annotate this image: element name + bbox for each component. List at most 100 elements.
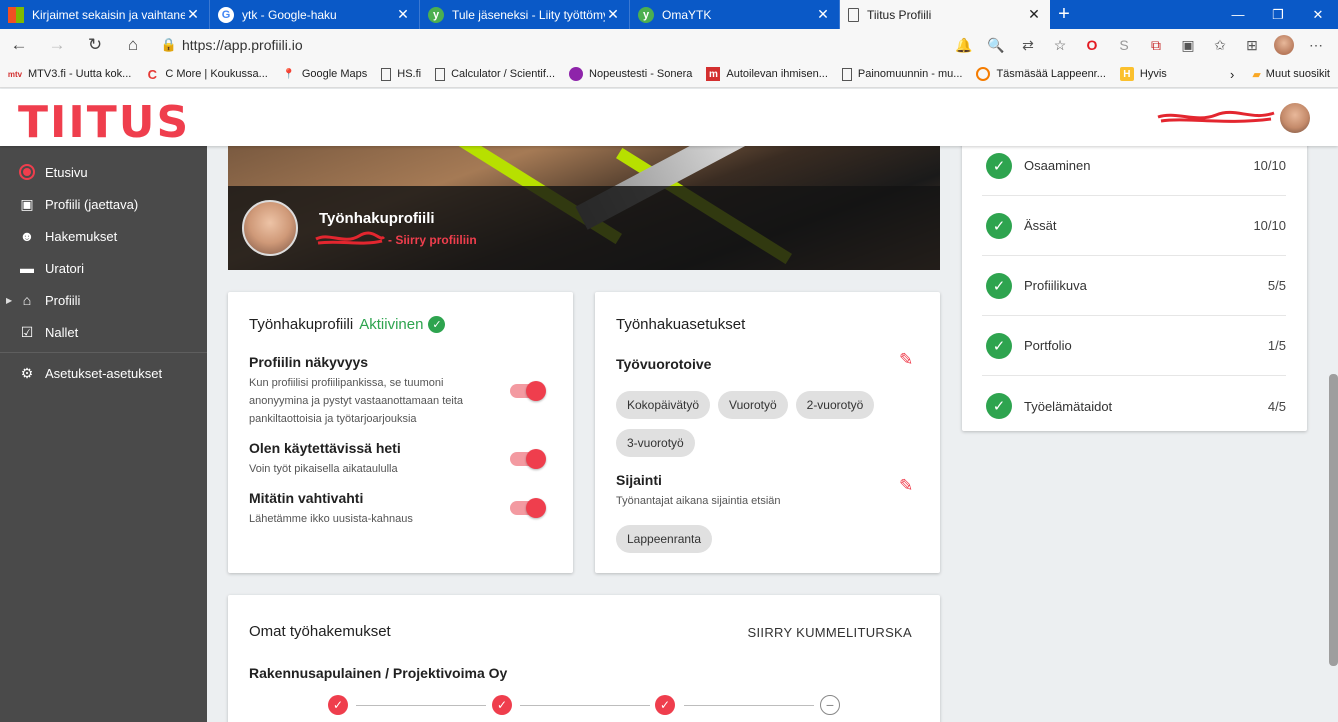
close-icon[interactable]: ✕ — [605, 6, 621, 23]
forward-icon[interactable]: → — [38, 29, 76, 61]
page-icon — [841, 67, 852, 81]
sidebar-item-profiili[interactable]: ▶ ⌂ Profiili — [0, 284, 207, 316]
sidebar-item-profiili-jaettava[interactable]: ▣ Profiili (jaettava) — [0, 188, 207, 220]
bookmark-item[interactable]: 📍 Google Maps — [282, 67, 368, 81]
folder-icon: ▰ — [1252, 68, 1261, 81]
bookmark-item[interactable]: H Hyvis — [1119, 67, 1167, 81]
chevron-right-icon[interactable]: › — [1230, 67, 1234, 82]
maps-icon: 📍 — [282, 68, 296, 80]
tab-title: OmaYTK — [662, 7, 712, 22]
alerts-toggle[interactable] — [510, 498, 546, 518]
page-icon — [381, 67, 392, 81]
favorite-star-icon[interactable]: ☆ — [1044, 31, 1076, 59]
m-icon: m — [706, 67, 721, 81]
other-bookmarks[interactable]: › ▰ Muut suosikit — [1230, 67, 1330, 82]
chip[interactable]: Lappeenranta — [616, 525, 713, 553]
collections-icon[interactable]: ⊞ — [1236, 31, 1268, 59]
step-line — [520, 705, 650, 706]
check-circle-icon: ✓ — [986, 152, 1012, 179]
tab-title: ytk - Google-haku — [242, 7, 337, 22]
redaction-scribble — [1157, 110, 1275, 123]
chip[interactable]: 2-vuorotyö — [795, 391, 875, 419]
check-circle-icon: ✓ — [428, 316, 446, 333]
availability-toggle[interactable] — [510, 449, 546, 469]
opera-icon[interactable]: O — [1076, 31, 1108, 59]
favorites-icon[interactable]: ✩ — [1204, 31, 1236, 59]
score-row: ✓ Profiilikuva 5/5 — [982, 256, 1286, 316]
bookmark-item[interactable]: Calculator / Scientif... — [435, 67, 555, 81]
bookmark-item[interactable]: HS.fi — [381, 67, 421, 81]
browser-tab[interactable]: Kirjaimet sekaisin ja vaihtaneet p ✕ — [0, 0, 210, 29]
kummeliturska-button[interactable]: SIIRRY KUMMELITURSKA — [748, 625, 912, 640]
browser-tab[interactable]: y OmaYTK ✕ — [630, 0, 840, 29]
extension-icon[interactable]: ▣ — [1172, 31, 1204, 59]
home-icon[interactable]: ⌂ — [114, 29, 152, 61]
url-field[interactable]: 🔒 https://app.profiili.io — [156, 32, 856, 58]
zoom-icon[interactable]: 🔍 — [980, 31, 1012, 59]
maximize-icon[interactable]: ❐ — [1258, 0, 1298, 29]
app-logo[interactable]: TIITUS — [18, 97, 190, 148]
setting-availability: Olen käytettävissä heti Voin työt pikais… — [249, 440, 401, 475]
caret-right-icon[interactable]: ▶ — [6, 296, 12, 305]
translate-icon[interactable]: ⇄ — [1012, 31, 1044, 59]
ytk-icon: y — [638, 6, 654, 23]
edit-pencil-icon[interactable]: ✎ — [899, 476, 913, 496]
close-icon[interactable]: ✕ — [185, 6, 201, 23]
close-window-icon[interactable]: ✕ — [1298, 0, 1338, 29]
profile-cover: Työnhakuprofiili - Siirry profiiliin — [228, 146, 940, 270]
edit-pencil-icon[interactable]: ✎ — [899, 350, 913, 370]
browser-tab[interactable]: G ytk - Google-haku ✕ — [210, 0, 420, 29]
lock-icon[interactable]: 🔒 — [156, 37, 182, 53]
main-content: Työnhakuprofiili - Siirry profiiliin Työ… — [207, 146, 1338, 722]
refresh-icon[interactable]: ↻ — [76, 29, 114, 61]
sidebar-item-etusivu[interactable]: Etusivu — [0, 156, 207, 188]
more-menu-icon[interactable]: ⋯ — [1300, 31, 1332, 59]
bookmark-item[interactable]: mtv MTV3.fi - Uutta kok... — [8, 67, 131, 81]
profile-avatar-icon[interactable] — [1268, 31, 1300, 59]
browser-tab-active[interactable]: Tiitus Profiili ✕ — [840, 0, 1050, 29]
chip[interactable]: Kokopäivätyö — [616, 391, 711, 419]
cover-avatar[interactable] — [242, 200, 298, 256]
sidebar-item-asetukset[interactable]: ⚙ Asetukset-asetukset — [0, 357, 207, 389]
sidebar-item-nallet[interactable]: ☑ Nallet — [0, 316, 207, 348]
browser-tab-bar: Kirjaimet sekaisin ja vaihtaneet p ✕ G y… — [0, 0, 1338, 29]
minimize-icon[interactable]: — — [1218, 0, 1258, 29]
setting-alerts: Mitätin vahtivahti Lähetämme ikko uusist… — [249, 490, 413, 525]
bookmark-item[interactable]: m Autoilevan ihmisen... — [706, 67, 828, 81]
sonera-icon — [569, 67, 584, 81]
bookmark-item[interactable]: Nopeustesti - Sonera — [569, 67, 692, 81]
close-icon[interactable]: ✕ — [1026, 6, 1042, 23]
score-row: ✓ Työelämätaidot 4/5 — [982, 376, 1286, 436]
step-line — [684, 705, 814, 706]
bookmark-item[interactable]: CC More | Koukussa... — [145, 67, 268, 82]
chip[interactable]: 3-vuorotyö — [616, 429, 695, 457]
browser-tab[interactable]: y Tule jäseneksi - Liity työttömyysl ✕ — [420, 0, 630, 29]
new-tab-button[interactable]: + — [1050, 0, 1078, 29]
bookmark-item[interactable]: Täsmäsää Lappeenr... — [976, 67, 1106, 81]
sidebar-item-hakemukset[interactable]: ☻ Hakemukset — [0, 220, 207, 252]
app-header: TIITUS — [0, 89, 1338, 148]
pdf-icon[interactable]: ⧉ — [1140, 31, 1172, 59]
sidebar-divider — [0, 352, 207, 353]
redaction-scribble — [315, 231, 386, 245]
bookmark-item[interactable]: Painomuunnin - mu... — [841, 67, 962, 81]
sidebar-item-uratori[interactable]: ▬ Uratori — [0, 252, 207, 284]
user-avatar[interactable] — [1280, 103, 1310, 133]
skype-icon[interactable]: S — [1108, 31, 1140, 59]
page-scrollbar[interactable] — [1329, 374, 1338, 666]
close-icon[interactable]: ✕ — [395, 6, 411, 23]
cover-profile-link[interactable]: - Siirry profiiliin — [388, 233, 477, 247]
back-icon[interactable]: ← — [0, 29, 38, 61]
google-icon: G — [218, 6, 234, 23]
profile-badge-icon: ▣ — [20, 195, 34, 212]
notification-blocked-icon[interactable]: 🔔 — [948, 31, 980, 59]
check-circle-icon: ✓ — [986, 212, 1012, 239]
close-icon[interactable]: ✕ — [815, 6, 831, 23]
mtv-icon: mtv — [7, 69, 23, 79]
location-desc: Työnantajat aikana sijaintia etsiän — [616, 495, 781, 507]
application-title[interactable]: Rakennusapulainen / Projektivoima Oy — [249, 665, 507, 681]
step-pending-icon: − — [820, 695, 840, 715]
visibility-toggle[interactable] — [510, 381, 546, 401]
house-icon: ⌂ — [22, 292, 32, 308]
chip[interactable]: Vuorotyö — [718, 391, 788, 419]
